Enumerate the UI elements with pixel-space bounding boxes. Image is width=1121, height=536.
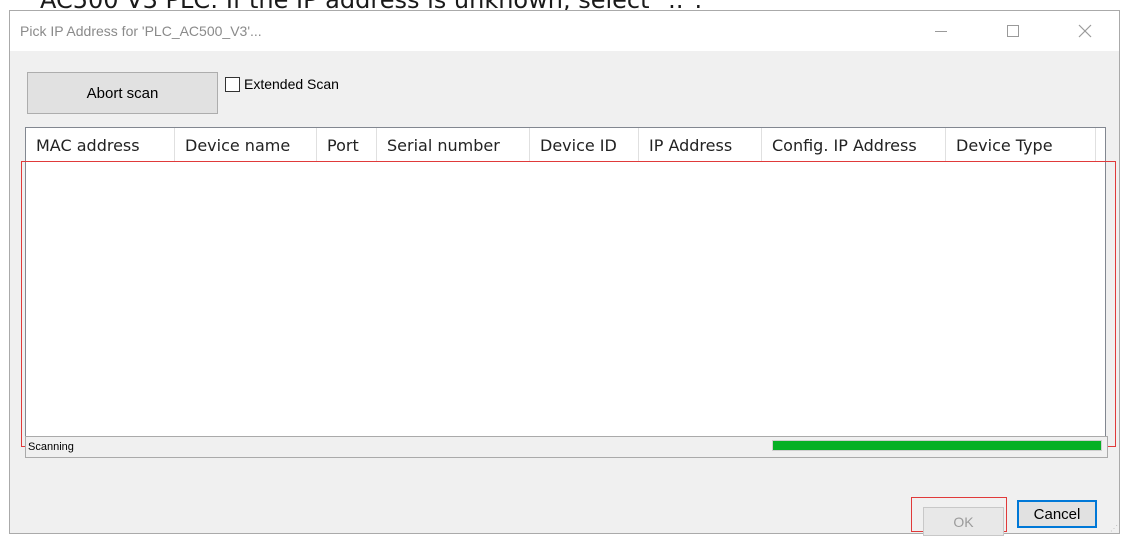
column-device-name[interactable]: Device name bbox=[175, 128, 317, 162]
column-config-ip-address[interactable]: Config. IP Address bbox=[762, 128, 946, 162]
close-icon bbox=[1078, 24, 1092, 38]
device-list-header: MAC address Device name Port Serial numb… bbox=[26, 128, 1105, 162]
close-button[interactable] bbox=[1062, 11, 1108, 51]
column-serial-number[interactable]: Serial number bbox=[377, 128, 530, 162]
extended-scan-checkbox[interactable] bbox=[225, 76, 240, 92]
column-port[interactable]: Port bbox=[317, 128, 377, 162]
scan-progress-fill bbox=[773, 441, 1101, 450]
status-bar: Scanning bbox=[25, 436, 1108, 458]
maximize-button[interactable] bbox=[990, 11, 1036, 51]
column-device-type[interactable]: Device Type bbox=[946, 128, 1096, 162]
status-text: Scanning bbox=[28, 441, 74, 453]
maximize-icon bbox=[1007, 25, 1019, 37]
title-bar: Pick IP Address for 'PLC_AC500_V3'... bbox=[10, 11, 1119, 51]
column-ip-address[interactable]: IP Address bbox=[639, 128, 762, 162]
column-mac-address[interactable]: MAC address bbox=[26, 128, 175, 162]
minimize-button[interactable] bbox=[918, 11, 964, 51]
device-list[interactable]: MAC address Device name Port Serial numb… bbox=[25, 127, 1106, 445]
dialog-title: Pick IP Address for 'PLC_AC500_V3'... bbox=[20, 23, 262, 39]
abort-scan-button[interactable]: Abort scan bbox=[27, 72, 218, 114]
pick-ip-dialog: Pick IP Address for 'PLC_AC500_V3'... Ab… bbox=[9, 10, 1120, 536]
cancel-button[interactable]: Cancel bbox=[1017, 500, 1097, 528]
resize-grip[interactable]: ⋰ bbox=[1110, 524, 1118, 533]
ok-button[interactable]: OK bbox=[923, 507, 1004, 536]
column-device-id[interactable]: Device ID bbox=[530, 128, 639, 162]
extended-scan-label: Extended Scan bbox=[244, 76, 339, 92]
minimize-icon bbox=[935, 30, 947, 32]
extended-scan-option[interactable]: Extended Scan bbox=[225, 75, 339, 93]
scan-progress-bar bbox=[772, 440, 1102, 451]
